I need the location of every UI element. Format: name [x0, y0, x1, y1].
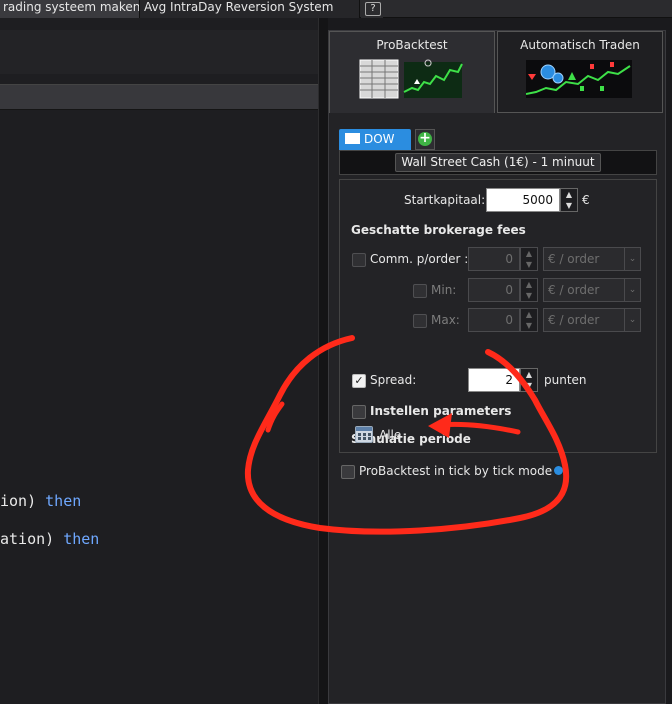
spread-stepper[interactable]: ▲ ▼ [520, 368, 538, 392]
backtest-panel: ProBacktest Automatisch Traden DOW + Wal… [328, 30, 666, 704]
max-stepper[interactable]: ▲ ▼ [520, 308, 538, 332]
min-input[interactable]: 0 [468, 278, 520, 302]
stepper-down-icon[interactable]: ▼ [521, 290, 537, 301]
tab-auto-trade[interactable]: Automatisch Traden [497, 31, 663, 113]
stepper-up-icon[interactable]: ▲ [521, 279, 537, 290]
instrument-select-value: Wall Street Cash (1€) - 1 minuut [401, 155, 595, 169]
code-line[interactable]: ation) then [0, 530, 99, 548]
tab-probacktest[interactable]: ProBacktest [329, 31, 495, 113]
max-unit-value: € / order [548, 313, 600, 327]
capital-stepper[interactable]: ▲ ▼ [560, 188, 578, 212]
spread-label: Spread: [370, 373, 417, 387]
chevron-down-icon: ⌄ [624, 309, 640, 331]
page: rading systeem maken Avg IntraDay Revers… [0, 0, 672, 704]
instrument-row: Wall Street Cash (1€) - 1 minuut ⌄ [339, 150, 657, 186]
stepper-down-icon[interactable]: ▼ [521, 380, 537, 391]
tick-mode-label[interactable]: ProBacktest in tick by tick mode [359, 464, 564, 478]
tick-mode-checkbox[interactable] [341, 465, 355, 479]
stepper-down-icon[interactable]: ▼ [521, 320, 537, 331]
comm-checkbox[interactable] [352, 253, 366, 267]
editor-header [0, 30, 318, 74]
tab-dow[interactable]: DOW [339, 129, 411, 150]
params-label[interactable]: Instellen parameters [370, 404, 511, 418]
chart-icon [345, 133, 360, 144]
stepper-up-icon[interactable]: ▲ [521, 309, 537, 320]
settings-box: Startkapitaal: 5000 ▲ ▼ € Geschatte broke… [339, 179, 657, 453]
max-input[interactable]: 0 [468, 308, 520, 332]
stepper-up-icon[interactable]: ▲ [521, 248, 537, 259]
stepper-down-icon[interactable]: ▼ [561, 200, 577, 211]
code-keyword: then [45, 492, 82, 510]
code-text: ation) [0, 530, 64, 548]
top-tab-strip: rading systeem maken Avg IntraDay Revers… [0, 0, 672, 18]
help-tab[interactable]: ? [361, 0, 383, 18]
min-unit-select[interactable]: € / order ⌄ [543, 278, 641, 302]
code-line[interactable]: ion) then [0, 492, 81, 510]
calendar-icon[interactable] [355, 426, 373, 443]
stepper-up-icon[interactable]: ▲ [561, 189, 577, 200]
code-editor[interactable]: ion) then ation) then [0, 18, 318, 704]
spread-checkbox[interactable]: ✓ [352, 374, 366, 388]
probacktest-icon [359, 59, 463, 99]
comm-stepper[interactable]: ▲ ▼ [520, 247, 538, 271]
fees-heading: Geschatte brokerage fees [351, 223, 526, 237]
min-stepper[interactable]: ▲ ▼ [520, 278, 538, 302]
capital-currency: € [582, 193, 590, 207]
min-label: Min: [431, 283, 457, 297]
code-text: ion) [0, 492, 46, 510]
capital-label: Startkapitaal: [404, 193, 486, 207]
panel-splitter[interactable] [318, 18, 328, 704]
comm-unit-value: € / order [548, 252, 600, 266]
tick-mode-text: ProBacktest in tick by tick mode [359, 464, 553, 478]
tab-auto-trade-label: Automatisch Traden [520, 38, 640, 52]
tab-trading-system[interactable]: rading systeem maken [0, 0, 140, 18]
max-label: Max: [431, 313, 460, 327]
spread-unit: punten [544, 373, 587, 387]
tab-avg-intraday[interactable]: Avg IntraDay Reversion System [140, 0, 360, 18]
max-unit-select[interactable]: € / order ⌄ [543, 308, 641, 332]
tab-probacktest-label: ProBacktest [376, 38, 448, 52]
max-checkbox[interactable] [413, 314, 427, 328]
spread-input[interactable]: 2 [468, 368, 520, 392]
capital-input[interactable]: 5000 [486, 188, 560, 212]
code-keyword: then [63, 530, 100, 548]
add-instrument-button[interactable]: + [415, 129, 435, 150]
min-unit-value: € / order [548, 283, 600, 297]
stepper-up-icon[interactable]: ▲ [521, 369, 537, 380]
comm-input[interactable]: 0 [468, 247, 520, 271]
comm-label: Comm. p/order : [370, 252, 469, 266]
tab-dow-label: DOW [364, 132, 395, 146]
editor-toolbar [0, 84, 318, 110]
simulation-period-value[interactable]: Alle [379, 428, 401, 442]
help-icon[interactable]: ? [365, 2, 381, 16]
min-checkbox[interactable] [413, 284, 427, 298]
comm-unit-select[interactable]: € / order ⌄ [543, 247, 641, 271]
plus-circle-icon: + [418, 130, 432, 146]
auto-trade-icon [526, 60, 632, 98]
instrument-select[interactable]: Wall Street Cash (1€) - 1 minuut ⌄ [395, 153, 601, 186]
chevron-down-icon: ⌄ [624, 248, 640, 270]
stepper-down-icon[interactable]: ▼ [521, 259, 537, 270]
params-checkbox[interactable] [352, 405, 366, 419]
chevron-down-icon: ⌄ [624, 279, 640, 301]
info-icon[interactable] [554, 466, 564, 475]
